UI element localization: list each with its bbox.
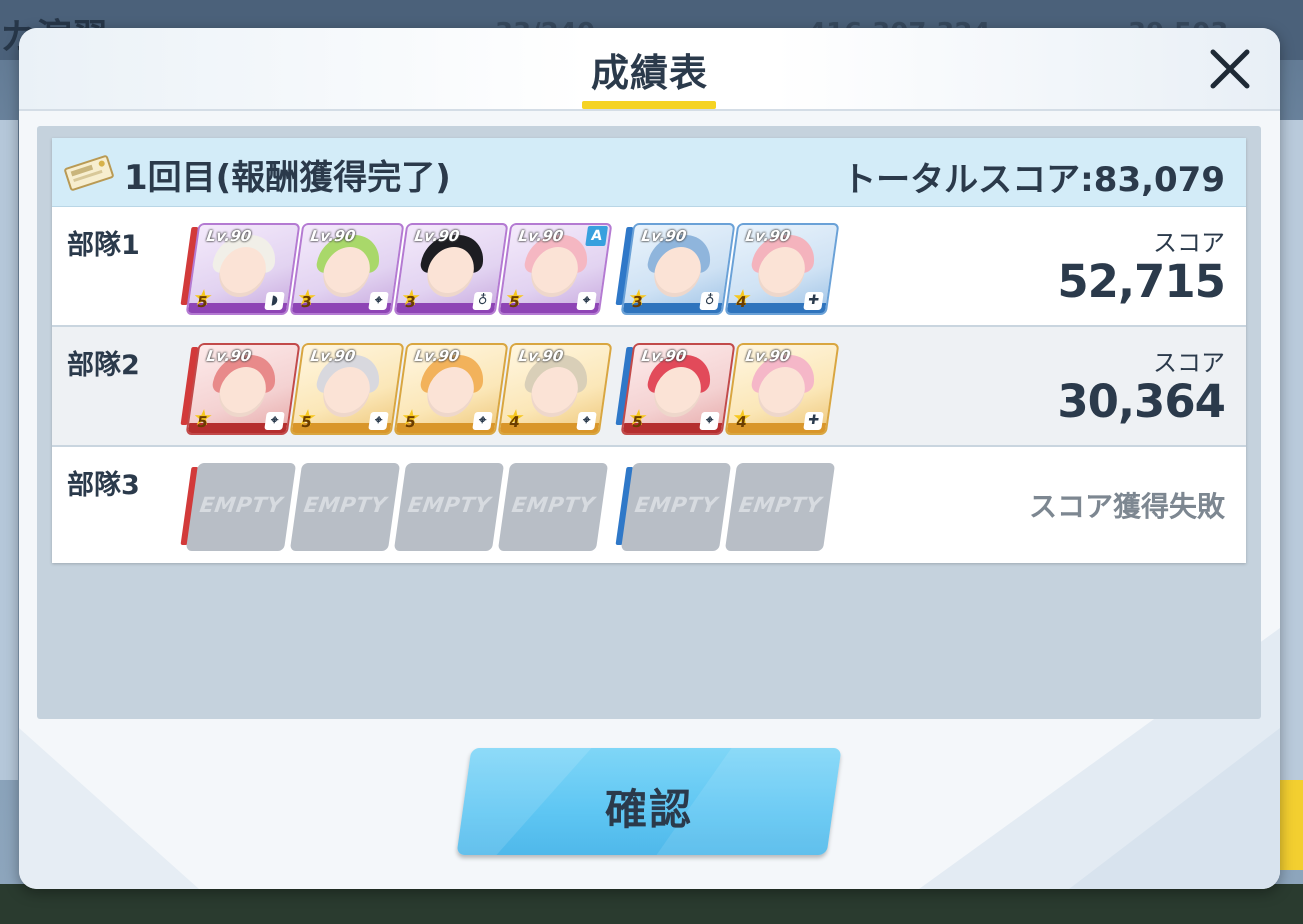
star-rank-icon: 5 [627,413,648,431]
squad-name: 部隊1 [67,230,140,261]
student-level: Lv.90 [309,227,357,245]
target-role-icon: ⌖ [368,292,389,310]
target-role-icon: ⌖ [699,412,720,430]
empty-slot-label: EMPTY [510,493,597,517]
assist-badge: A [585,226,609,246]
target-role-icon: ⌖ [264,412,285,430]
star-rank-icon: 4 [504,413,525,431]
target-role-icon: ⌖ [576,412,597,430]
student-card[interactable]: Lv.90 4 ✚ [724,343,840,435]
star-rank: 4 [734,413,748,431]
student-card[interactable]: Lv.90 5 ⌖ [393,343,509,435]
star-rank-icon: 4 [731,293,752,311]
star-rank: 5 [195,413,209,431]
dialog-title: 成績表 [590,51,708,95]
empty-slot-label: EMPTY [302,493,389,517]
student-level: Lv.90 [744,227,792,245]
star-rank: 5 [403,413,417,431]
squad-row-2: 部隊2 スコア 30,364 Lv.905⌖Lv.905⌖Lv.905⌖Lv.9… [52,327,1246,447]
star-rank: 5 [195,293,209,311]
student-card[interactable]: Lv.90 5 ⌖ A [497,223,613,315]
star-rank-icon: 5 [400,413,421,431]
star-rank-icon: 5 [192,413,213,431]
score-fail-text: スコア獲得失敗 [1028,490,1225,523]
dialog-header: 成績表 [19,28,1280,110]
healer-role-icon: ✚ [803,292,824,310]
confirm-button[interactable]: 確認 [456,748,842,855]
student-level: Lv.90 [640,227,688,245]
round-header: 1回目(報酬獲得完了) トータルスコア:83,079 [52,138,1246,207]
empty-slot[interactable]: EMPTY [620,463,732,551]
student-level: Lv.90 [517,227,565,245]
target-role-icon: ⌖ [368,412,389,430]
healer-role-icon: ✚ [803,412,824,430]
star-rank: 3 [403,293,417,311]
student-card[interactable]: Lv.90 3 ♁ [393,223,509,315]
student-level: Lv.90 [413,347,461,365]
student-card[interactable]: Lv.90 3 ♁ [620,223,736,315]
student-level: Lv.90 [205,227,253,245]
empty-slot[interactable]: EMPTY [289,463,401,551]
empty-slot-label: EMPTY [406,493,493,517]
student-card[interactable]: Lv.90 3 ⌖ [289,223,405,315]
student-card[interactable]: Lv.90 4 ⌖ [497,343,613,435]
star-rank: 5 [299,413,313,431]
star-rank: 4 [507,413,521,431]
star-rank-icon: 3 [627,293,648,311]
support-role-icon: ♁ [472,292,493,310]
round-label: 1回目(報酬獲得完了) [124,158,451,198]
student-level: Lv.90 [205,347,253,365]
results-panel: 1回目(報酬獲得完了) トータルスコア:83,079 部隊1 スコア 52,71… [37,126,1261,719]
star-rank: 4 [734,293,748,311]
close-icon[interactable] [1205,44,1255,94]
star-rank-icon: 5 [296,413,317,431]
empty-slot[interactable]: EMPTY [185,463,297,551]
squad-row-1: 部隊1 スコア 52,715 Lv.905◗Lv.903⌖Lv.903♁Lv.9… [52,207,1246,327]
title-underline [582,101,716,109]
star-rank-icon: 3 [400,293,421,311]
empty-slot-label: EMPTY [198,493,285,517]
empty-slot-label: EMPTY [737,493,824,517]
squad-score: 52,715 [1057,255,1226,308]
empty-slot[interactable]: EMPTY [724,463,836,551]
target-role-icon: ⌖ [576,292,597,310]
student-card[interactable]: Lv.90 4 ✚ [724,223,840,315]
empty-slot-label: EMPTY [633,493,720,517]
star-rank: 5 [507,293,521,311]
star-rank-icon: 5 [192,293,213,311]
squad-name: 部隊3 [67,470,140,501]
squad-name: 部隊2 [67,350,140,381]
target-role-icon: ⌖ [472,412,493,430]
squad-row-3: 部隊3 スコア獲得失敗 EMPTY EMPTY EMPTY EMPTY EMPTY EMP… [52,447,1246,563]
round-result-card: 1回目(報酬獲得完了) トータルスコア:83,079 部隊1 スコア 52,71… [52,138,1246,563]
student-level: Lv.90 [413,227,461,245]
confirm-button-label: 確認 [604,785,693,834]
student-card[interactable]: Lv.90 5 ⌖ [620,343,736,435]
empty-slot[interactable]: EMPTY [393,463,505,551]
star-rank: 3 [299,293,313,311]
star-rank-icon: 4 [731,413,752,431]
star-rank-icon: 5 [504,293,525,311]
squad-score: 30,364 [1057,375,1226,428]
result-dialog: 成績表 1回目(報酬獲得完了) トータルスコア:83,079 部隊1 スコア 5… [19,28,1280,889]
student-card[interactable]: Lv.90 5 ◗ [185,223,301,315]
student-card[interactable]: Lv.90 5 ⌖ [289,343,405,435]
student-card[interactable]: Lv.90 5 ⌖ [185,343,301,435]
tank-role-icon: ◗ [264,292,285,310]
student-level: Lv.90 [640,347,688,365]
student-level: Lv.90 [517,347,565,365]
star-rank-icon: 3 [296,293,317,311]
star-rank: 3 [630,293,644,311]
student-level: Lv.90 [744,347,792,365]
student-level: Lv.90 [309,347,357,365]
score-label: スコア [1153,349,1225,377]
score-label: スコア [1153,229,1225,257]
empty-slot[interactable]: EMPTY [497,463,609,551]
ticket-icon [64,155,114,191]
total-score: トータルスコア:83,079 [842,160,1225,200]
support-role-icon: ♁ [699,292,720,310]
star-rank: 5 [630,413,644,431]
